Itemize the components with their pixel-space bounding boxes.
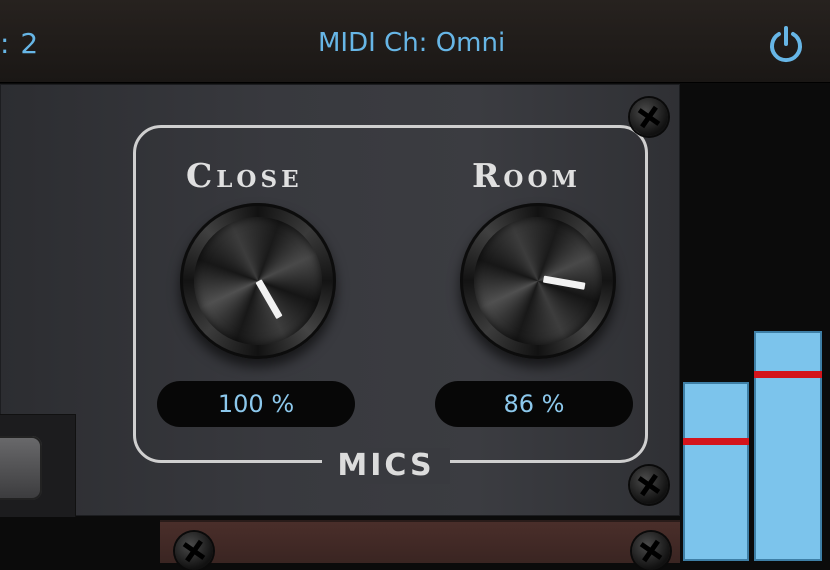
bottom-panel [160, 520, 680, 563]
mics-group-label: Mics [322, 448, 450, 484]
level-meter-right [754, 331, 822, 561]
room-value-readout: 86 % [435, 381, 633, 427]
channel-readout: : 2 [0, 27, 40, 60]
screw-icon [630, 466, 668, 504]
midi-channel-readout[interactable]: MIDI Ch: Omni [318, 28, 505, 58]
close-knob-label: Close [186, 156, 303, 195]
left-panel-button[interactable] [0, 436, 42, 500]
screw-icon [630, 98, 668, 136]
peak-marker-left [683, 438, 749, 445]
room-knob[interactable] [460, 203, 616, 359]
level-meter-left [683, 382, 749, 561]
close-value-readout: 100 % [157, 381, 355, 427]
screw-icon [632, 532, 670, 570]
peak-marker-right [754, 371, 822, 378]
header-bar: : 2 MIDI Ch: Omni [0, 0, 830, 83]
power-icon[interactable] [765, 24, 807, 66]
close-knob[interactable] [180, 203, 336, 359]
room-knob-label: Room [472, 156, 581, 195]
screw-icon [175, 532, 213, 570]
room-knob-cap [474, 217, 602, 345]
